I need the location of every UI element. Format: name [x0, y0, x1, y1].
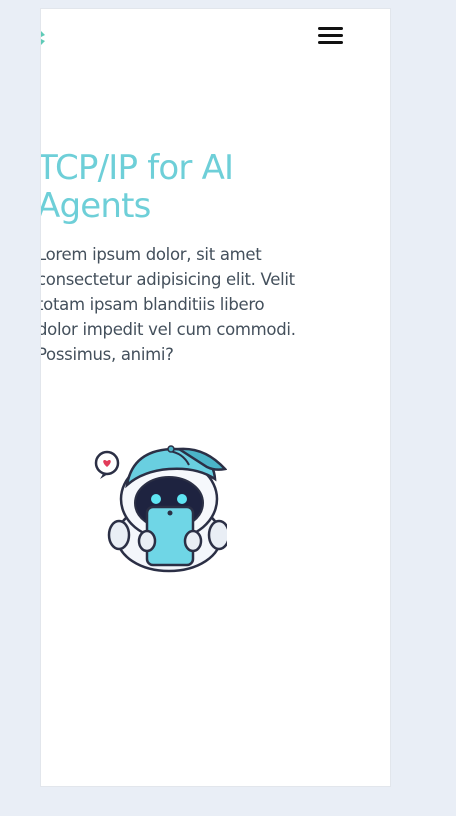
leaf-logo-icon[interactable] — [40, 27, 51, 49]
hamburger-menu-icon[interactable] — [318, 27, 344, 49]
page-title: TCP/IP for AI Agents — [40, 148, 234, 226]
menu-bar-middle — [318, 34, 343, 37]
robot-illustration — [94, 445, 227, 573]
menu-bar-top — [318, 27, 343, 30]
heart-bubble-icon — [94, 450, 120, 479]
hero-description: Lorem ipsum dolor, sit amet consectetur … — [40, 245, 296, 364]
menu-bar-bottom — [318, 41, 343, 44]
mobile-viewport: TCP/IP for AI Agents Lorem ipsum dolor, … — [40, 8, 391, 787]
